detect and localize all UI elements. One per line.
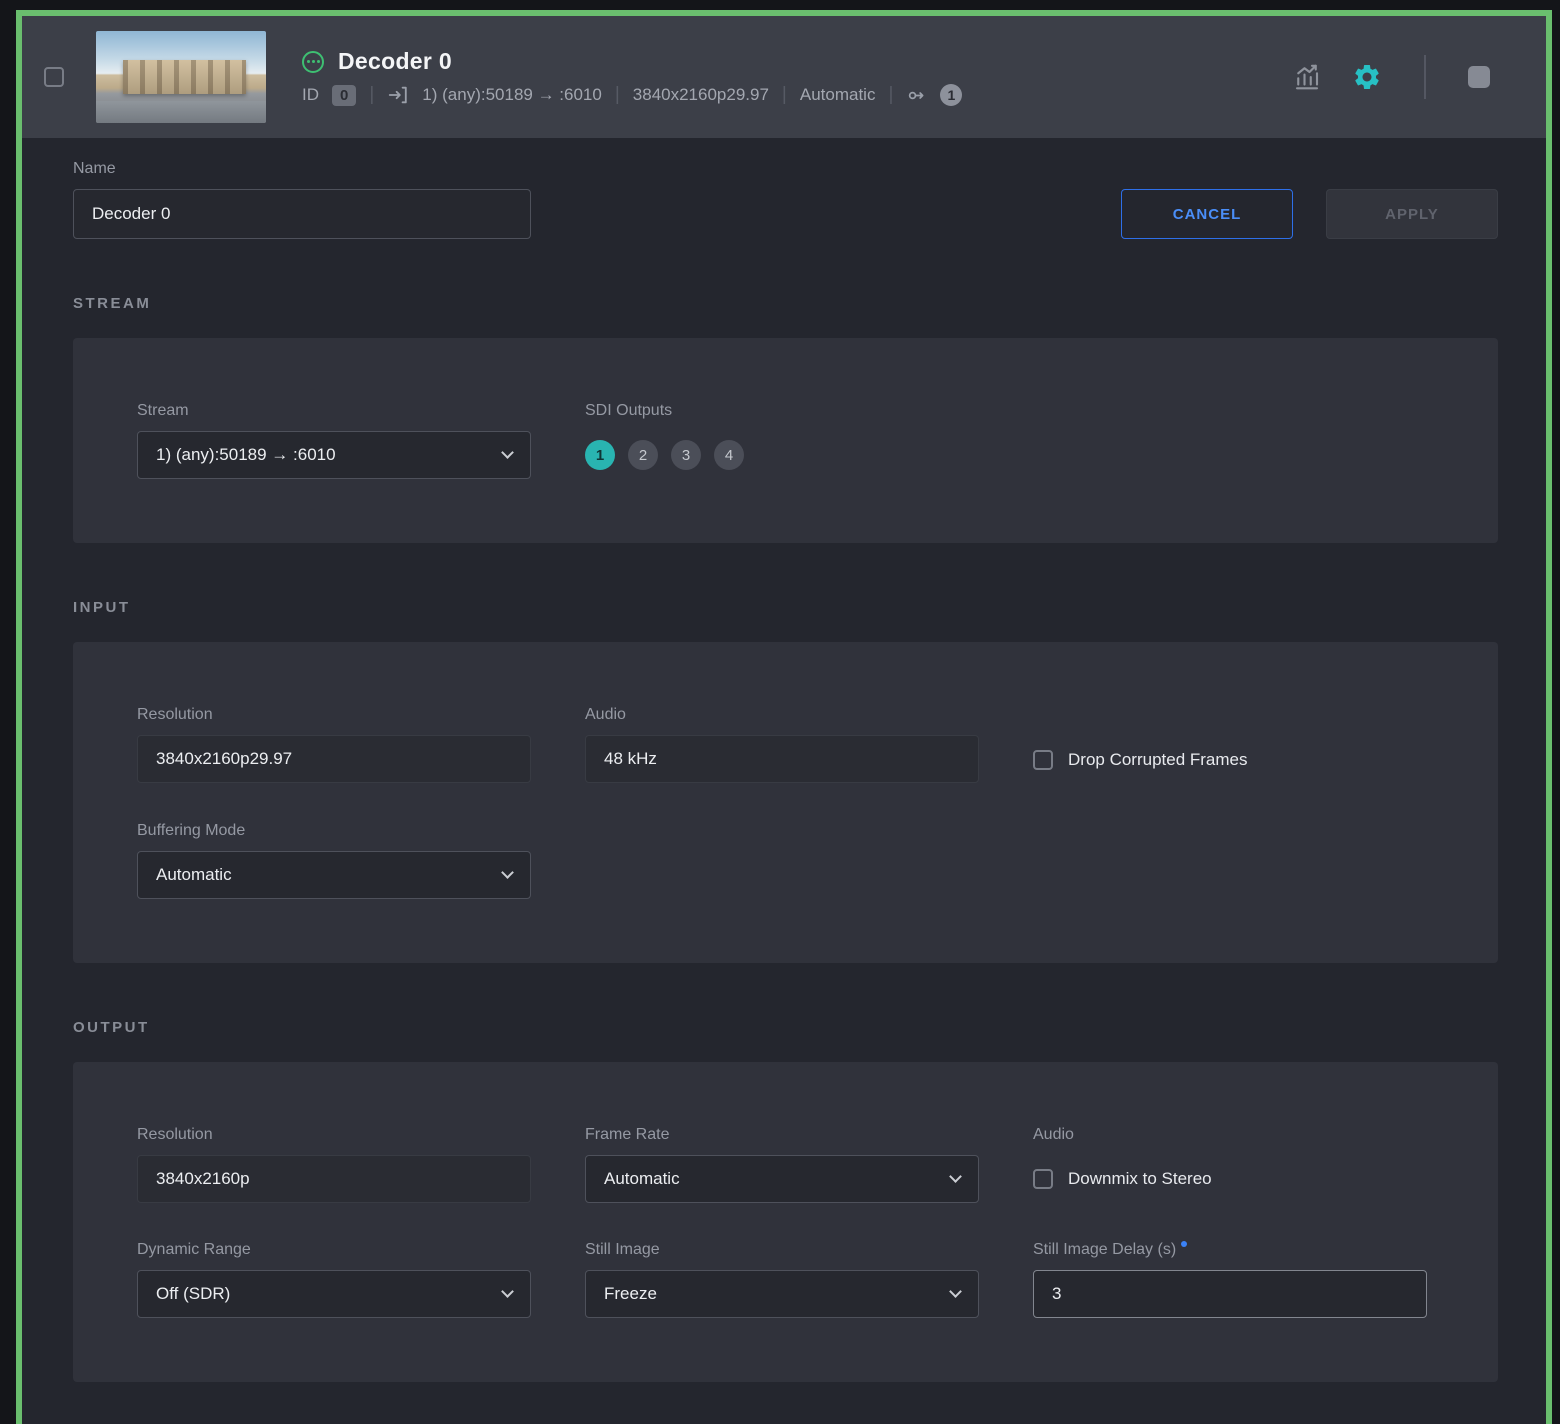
select-decoder-checkbox[interactable] [44,67,64,87]
chevron-down-icon [501,1285,514,1298]
stream-card: Stream 1) (any):50189 → :6010 SDI Output… [73,338,1498,543]
decoder-meta: ID 0 | 1) (any):50189 → :6010 | 3840x216… [302,84,963,106]
output-count-badge: 1 [940,84,963,106]
output-resolution-group: Resolution 3840x2160p [137,1126,531,1203]
decoder-panel: Decoder 0 ID 0 | 1) (any):50189 → :6010 … [16,10,1552,1424]
frame-rate-select[interactable]: Automatic [585,1155,979,1203]
drop-corrupted-checkbox[interactable] [1033,750,1053,770]
chevron-down-icon [949,1285,962,1298]
drop-corrupted-label: Drop Corrupted Frames [1068,750,1248,769]
chevron-down-icon [501,866,514,879]
preview-thumbnail [96,31,266,123]
name-input[interactable] [73,189,531,239]
dynamic-range-group: Dynamic Range Off (SDR) [137,1241,531,1318]
sdi-output-4[interactable]: 4 [714,440,744,470]
output-card: Resolution 3840x2160p Frame Rate Automat… [73,1062,1498,1382]
header-info: Decoder 0 ID 0 | 1) (any):50189 → :6010 … [302,48,963,106]
sdi-outputs-group: SDI Outputs 1 2 3 4 [585,402,979,479]
still-image-delay-group: Still Image Delay (s) [1033,1241,1427,1318]
stream-label: Stream [137,402,189,419]
id-badge: 0 [332,84,357,106]
input-resolution-group: Resolution 3840x2160p29.97 [137,706,531,784]
id-label: ID [302,85,319,104]
cancel-button[interactable]: CANCEL [1121,189,1293,239]
decoder-header: Decoder 0 ID 0 | 1) (any):50189 → :6010 … [22,16,1546,138]
output-audio-group: Audio Downmix to Stereo [1033,1126,1212,1189]
header-actions [1292,55,1524,99]
sdi-output-3[interactable]: 3 [671,440,701,470]
decoder-settings-body: Name CANCEL APPLY STREAM Stream 1) (any)… [22,138,1546,1424]
statistics-icon[interactable] [1292,62,1322,92]
stream-select[interactable]: 1) (any):50189 → :6010 [137,431,531,479]
still-image-delay-input[interactable] [1033,1270,1427,1318]
chevron-down-icon [501,446,514,459]
downmix-stereo-checkbox[interactable] [1033,1169,1053,1189]
output-section-title: OUTPUT [73,1019,150,1036]
sdi-outputs-label: SDI Outputs [585,402,673,419]
chevron-down-icon [949,1170,962,1183]
card-view-icon[interactable] [1468,66,1490,88]
settings-gear-icon[interactable] [1352,62,1382,92]
input-section-title: INPUT [73,599,131,616]
meta-stream: 1) (any):50189 → :6010 [422,85,602,104]
downmix-stereo-label: Downmix to Stereo [1068,1169,1212,1188]
buffering-mode-group: Buffering Mode Automatic [137,822,531,899]
streaming-status-icon [302,50,324,73]
input-audio-group: Audio 48 kHz [585,706,979,784]
name-group: Name [73,160,531,239]
sdi-output-2[interactable]: 2 [628,440,658,470]
buffering-mode-select[interactable]: Automatic [137,851,531,899]
meta-buffering: Automatic [799,85,876,104]
output-resolution-value: 3840x2160p [137,1155,531,1203]
header-divider [1424,55,1426,99]
drop-corrupted-group: Drop Corrupted Frames [1033,706,1427,784]
input-resolution-value: 3840x2160p29.97 [137,735,531,783]
meta-resolution: 3840x2160p29.97 [632,85,769,104]
sdi-output-1[interactable]: 1 [585,440,615,470]
name-label: Name [73,160,116,177]
decoder-title: Decoder 0 [338,48,452,74]
input-audio-value: 48 kHz [585,735,979,783]
stream-section-title: STREAM [73,295,152,312]
dynamic-range-select[interactable]: Off (SDR) [137,1270,531,1318]
input-card: Resolution 3840x2160p29.97 Audio 48 kHz … [73,642,1498,963]
output-route-icon [906,85,927,106]
apply-button[interactable]: APPLY [1326,189,1498,239]
frame-rate-group: Frame Rate Automatic [585,1126,979,1203]
modified-indicator-dot [1181,1241,1188,1247]
stream-input-icon [387,84,409,106]
still-image-select[interactable]: Freeze [585,1270,979,1318]
stream-select-group: Stream 1) (any):50189 → :6010 [137,402,531,479]
still-image-group: Still Image Freeze [585,1241,979,1318]
